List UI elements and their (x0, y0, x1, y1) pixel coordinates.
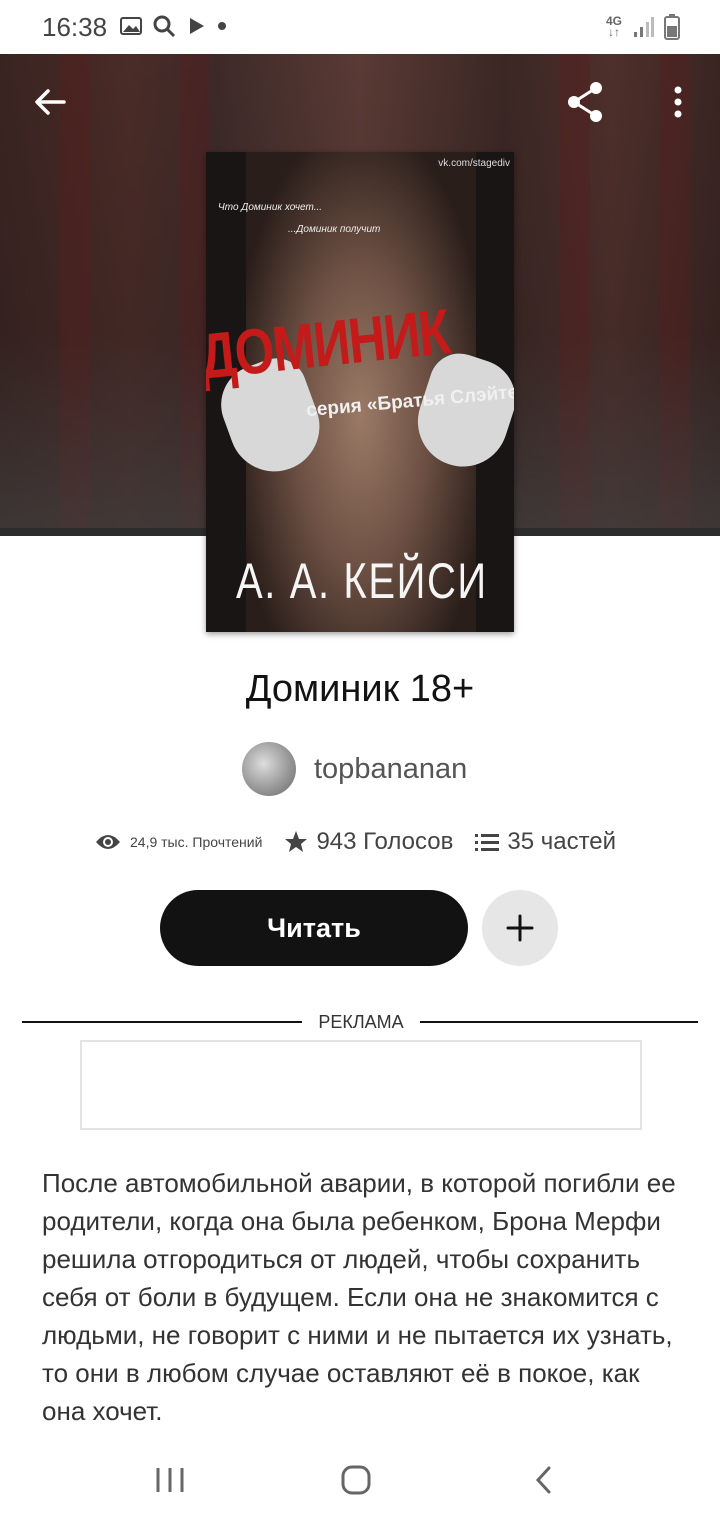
parts-count: 35 частей (507, 828, 617, 855)
status-time: 16:38 (42, 12, 108, 42)
battery-icon (664, 14, 680, 40)
network-type: 4G ↓↑ (605, 14, 622, 39)
home-icon (341, 1465, 371, 1495)
status-system-icons: 4G ↓↑ (606, 14, 680, 40)
recent-apps-icon (156, 1468, 184, 1492)
system-nav-bar (0, 1440, 720, 1520)
reads-stat: 24,9 тыс. Прочтений (94, 832, 262, 852)
status-notification-icons (120, 14, 228, 38)
plus-icon (506, 914, 534, 942)
votes-count: 943 Голосов (316, 828, 454, 855)
ad-label: РЕКЛАМА (318, 1012, 404, 1032)
reads-count: 24,9 тыс. Прочтений (130, 834, 263, 850)
ad-divider-left (22, 1021, 302, 1023)
author-link[interactable]: topbananan (242, 742, 467, 796)
cover-tagline-2: ...Доминик получит (288, 224, 381, 235)
author-name: topbananan (314, 752, 468, 785)
cover-author: А. А. КЕЙСИ (236, 553, 488, 609)
home-button[interactable] (326, 1450, 386, 1510)
story-description: После автомобильной аварии, в которой по… (42, 1168, 676, 1426)
cover-tagline-1: Что Доминик хочет... (218, 202, 323, 213)
more-vert-icon (674, 86, 682, 118)
add-to-library-button[interactable] (482, 890, 558, 966)
parts-stat: 35 частей (475, 828, 616, 856)
back-button[interactable] (22, 74, 78, 130)
status-bar: 16:38 4G ↓↑ (0, 0, 720, 54)
arrow-left-icon (35, 89, 66, 115)
search-icon (153, 15, 176, 38)
read-button[interactable]: Читать (160, 890, 468, 966)
ad-banner[interactable] (80, 1040, 642, 1130)
book-cover[interactable]: vk.com/stagediv Что Доминик хочет... ...… (206, 152, 514, 632)
image-icon (120, 17, 142, 35)
more-options-button[interactable] (650, 74, 706, 130)
dot-icon (218, 22, 226, 30)
star-icon (285, 831, 308, 852)
story-stats: 24,9 тыс. Прочтений 943 Голосов 35 часте… (94, 828, 638, 856)
recent-apps-button[interactable] (140, 1450, 200, 1510)
cover-site: vk.com/stagediv (438, 158, 510, 169)
nav-back-button[interactable] (514, 1450, 574, 1510)
back-chevron-icon (535, 1466, 551, 1494)
play-icon (190, 18, 204, 34)
ad-divider-right (420, 1021, 698, 1023)
story-title: Доминик 18+ (245, 668, 475, 710)
list-icon (475, 834, 500, 851)
share-button[interactable] (558, 74, 614, 130)
signal-icon (634, 17, 654, 37)
avatar (242, 742, 296, 796)
share-icon (568, 82, 602, 122)
eye-icon (96, 835, 120, 849)
votes-stat: 943 Голосов (284, 828, 453, 856)
